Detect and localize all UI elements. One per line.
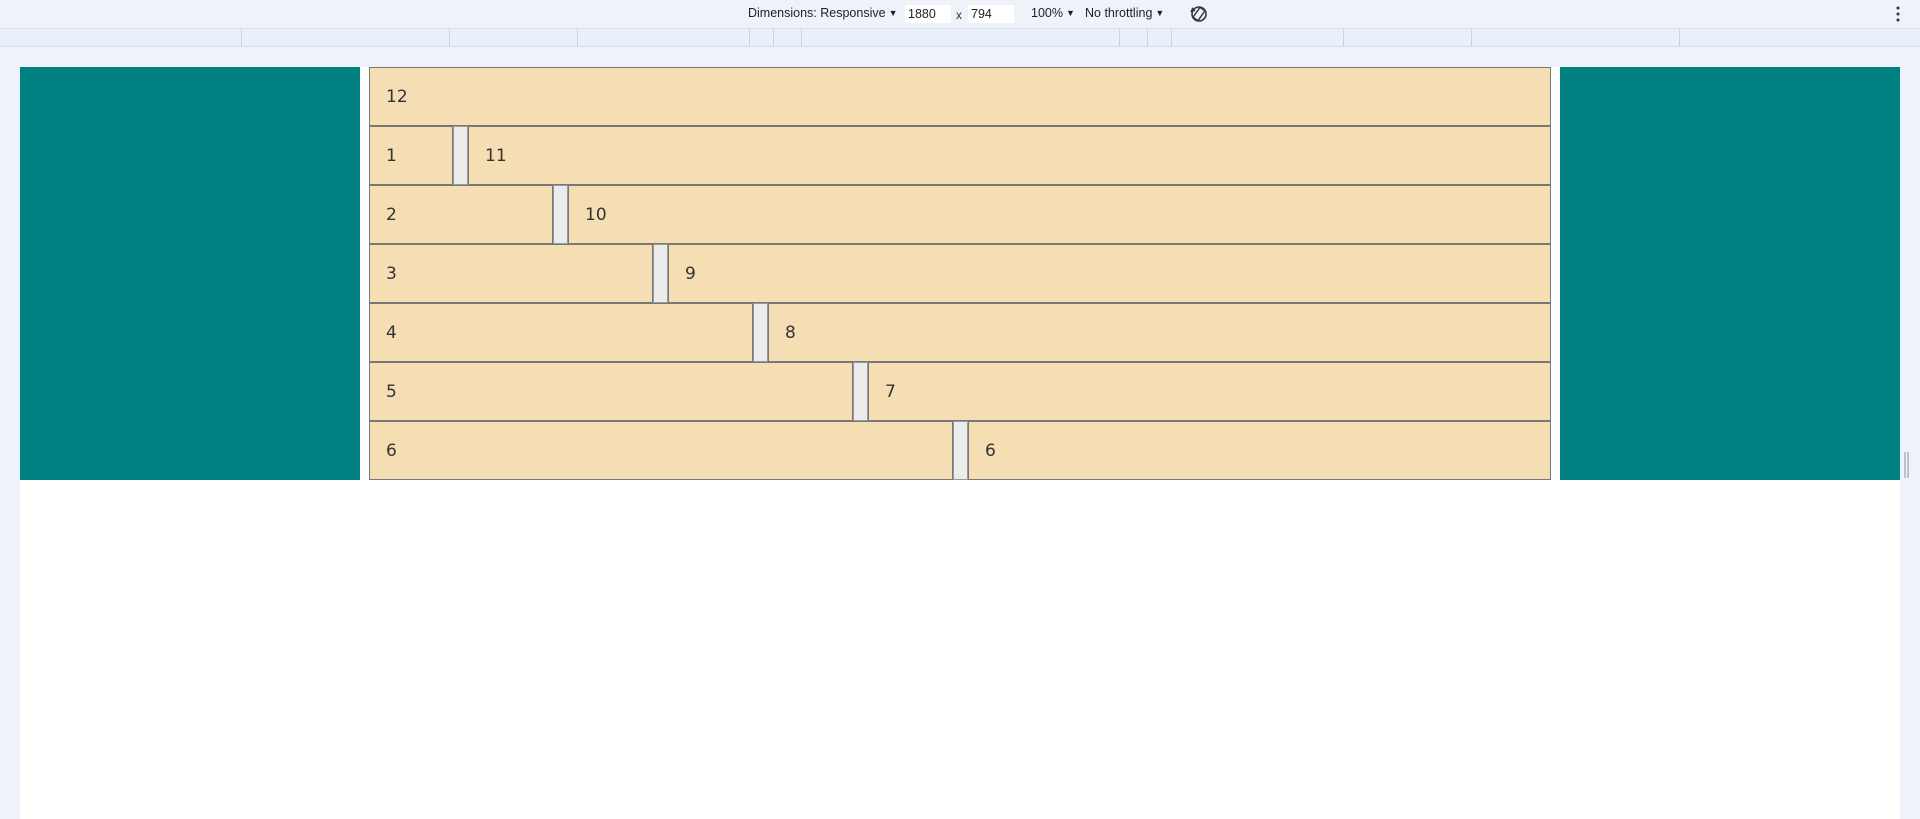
grid-cell: 11: [468, 126, 1551, 185]
grid-cell: 10: [568, 185, 1551, 244]
media-query-marker[interactable]: [1147, 29, 1148, 46]
dimensions-label: Dimensions: Responsive: [748, 6, 886, 20]
left-side-panel: [20, 67, 360, 480]
throttling-label: No throttling: [1085, 6, 1153, 20]
media-query-marker[interactable]: [1119, 29, 1120, 46]
grid-row: 5 7: [369, 362, 1551, 421]
media-query-marker[interactable]: [773, 29, 774, 46]
grid-row: 2 10: [369, 185, 1551, 244]
grid-cell: 6: [369, 421, 953, 480]
grid-gutter: [553, 185, 568, 244]
chevron-down-icon: ▼: [1155, 7, 1165, 18]
zoom-dropdown[interactable]: 100% ▼: [1031, 6, 1075, 20]
media-query-marker[interactable]: [577, 29, 578, 46]
height-input[interactable]: [968, 5, 1014, 23]
grid-row: 12: [369, 67, 1551, 126]
media-query-marker[interactable]: [1679, 29, 1680, 46]
times-separator: x: [956, 8, 962, 22]
grid-cell: 8: [768, 303, 1551, 362]
grid-gutter: [453, 126, 468, 185]
zoom-label: 100%: [1031, 6, 1063, 20]
grid-cell: 1: [369, 126, 453, 185]
media-query-marker[interactable]: [801, 29, 802, 46]
grid-cell: 6: [968, 421, 1551, 480]
grid-row: 4 8: [369, 303, 1551, 362]
grid-cell: 5: [369, 362, 853, 421]
grid-cell: 7: [868, 362, 1551, 421]
column-grid: 12 1 11 2 10 3 9 4 8 5 7 6 6: [369, 67, 1551, 480]
grid-row: 3 9: [369, 244, 1551, 303]
grid-cell: 4: [369, 303, 753, 362]
media-query-marker[interactable]: [241, 29, 242, 46]
resize-handle-icon[interactable]: [1904, 452, 1910, 478]
grid-gutter: [953, 421, 968, 480]
grid-cell: 12: [369, 67, 1551, 126]
throttling-dropdown[interactable]: No throttling ▼: [1085, 6, 1164, 20]
grid-gutter: [853, 362, 868, 421]
rotate-icon[interactable]: [1188, 3, 1210, 25]
width-input[interactable]: [905, 5, 951, 23]
grid-gutter: [753, 303, 768, 362]
media-query-marker[interactable]: [1171, 29, 1172, 46]
grid-row: 1 11: [369, 126, 1551, 185]
media-query-marker[interactable]: [1471, 29, 1472, 46]
grid-row: 6 6: [369, 421, 1551, 480]
grid-gutter: [653, 244, 668, 303]
more-options-icon[interactable]: [1894, 5, 1902, 23]
grid-cell: 3: [369, 244, 653, 303]
right-side-panel: [1560, 67, 1900, 480]
page-viewport: 12 1 11 2 10 3 9 4 8 5 7 6 6: [20, 67, 1900, 819]
chevron-down-icon: ▼: [888, 7, 898, 18]
media-query-marker[interactable]: [749, 29, 750, 46]
grid-cell: 9: [668, 244, 1551, 303]
media-query-marker[interactable]: [1343, 29, 1344, 46]
dimensions-dropdown[interactable]: Dimensions: Responsive ▼: [748, 6, 897, 20]
device-toolbar: Dimensions: Responsive ▼ x 100% ▼ No thr…: [0, 0, 1920, 29]
media-query-bar[interactable]: [0, 29, 1920, 47]
media-query-marker[interactable]: [449, 29, 450, 46]
viewport-edge: [1900, 67, 1920, 819]
chevron-down-icon: ▼: [1065, 7, 1075, 18]
grid-cell: 2: [369, 185, 553, 244]
